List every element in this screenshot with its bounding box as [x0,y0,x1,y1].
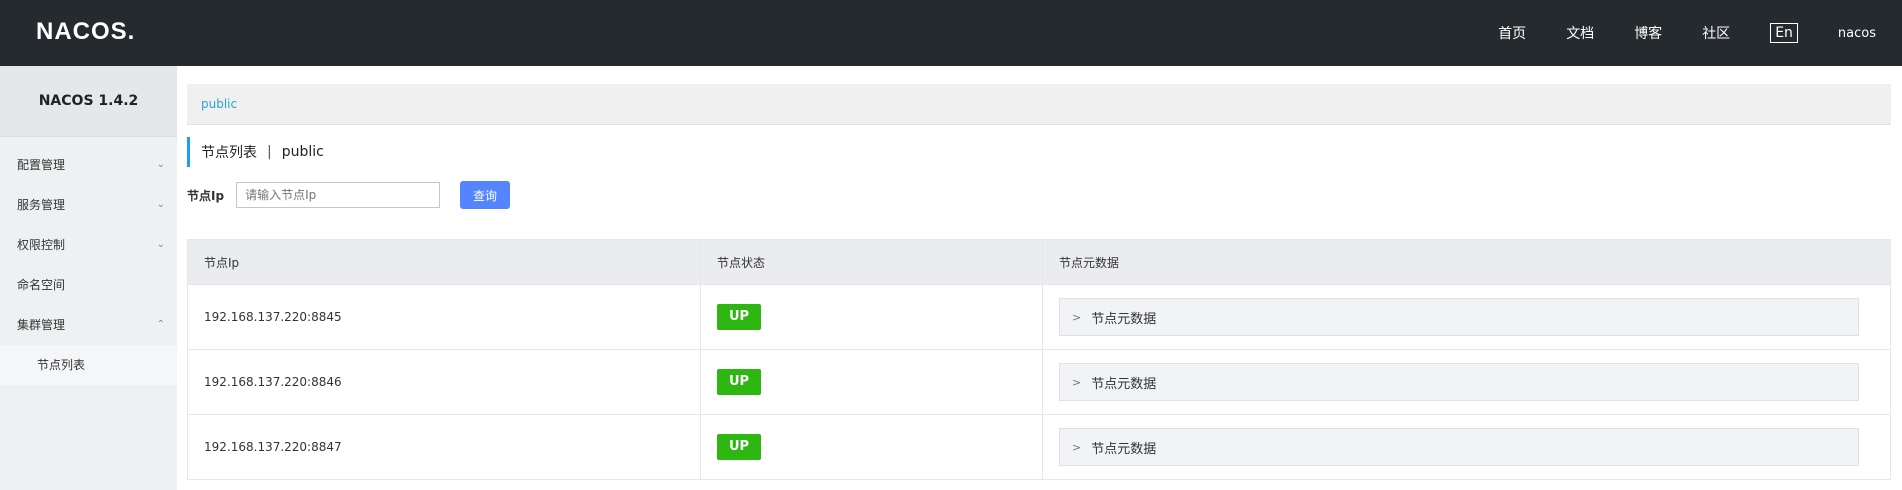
node-ip-input[interactable] [236,182,441,208]
nav-home[interactable]: 首页 [1498,23,1526,43]
status-badge: UP [717,434,761,460]
version-label: NACOS 1.4.2 [0,66,177,137]
sidebar-item-label: 权限控制 [17,238,66,252]
page-title-namespace: public [281,144,324,160]
metadata-expander[interactable]: > 节点元数据 [1059,428,1859,466]
table-row: 192.168.137.220:8847 UP > 节点元数据 [187,414,1891,480]
chevron-up-icon: ⌃ [156,319,165,330]
sidebar-item-label: 配置管理 [17,158,66,172]
main-content: public 节点列表 | public 节点Ip 查询 节点Ip 节点状态 节… [187,84,1891,480]
title-separator: | [267,144,272,160]
table-row: 192.168.137.220:8846 UP > 节点元数据 [187,349,1891,415]
sidebar-subitem-node-list[interactable]: 节点列表 [0,345,177,385]
column-header-metadata: 节点元数据 [1042,239,1891,285]
sidebar-item-auth[interactable]: 权限控制 ⌄ [0,225,177,265]
status-badge: UP [717,304,761,330]
node-ip-label: 节点Ip [187,188,225,203]
sidebar-item-service[interactable]: 服务管理 ⌄ [0,185,177,225]
column-header-ip: 节点Ip [187,239,701,285]
search-form: 节点Ip 查询 [187,181,1891,209]
node-ip: 192.168.137.220:8845 [187,284,701,350]
chevron-right-icon: > [1072,375,1082,389]
sidebar-item-cluster[interactable]: 集群管理 ⌃ [0,305,177,345]
sidebar: NACOS 1.4.2 配置管理 ⌄ 服务管理 ⌄ 权限控制 ⌄ 命名空间 集群… [0,66,177,490]
sidebar-item-label: 集群管理 [17,318,66,332]
page-title: 节点列表 | public [187,137,1891,167]
top-navigation-bar: NACOS. 首页 文档 博客 社区 En nacos [0,0,1902,66]
column-header-status: 节点状态 [700,239,1043,285]
sidebar-item-label: 服务管理 [17,198,66,212]
chevron-right-icon: > [1072,310,1082,324]
sidebar-item-config[interactable]: 配置管理 ⌄ [0,145,177,185]
query-button[interactable]: 查询 [460,181,511,209]
nav-blog[interactable]: 博客 [1634,23,1662,43]
table-row: 192.168.137.220:8845 UP > 节点元数据 [187,284,1891,350]
metadata-label: 节点元数据 [1091,311,1157,327]
metadata-label: 节点元数据 [1091,441,1157,457]
chevron-right-icon: > [1072,440,1082,454]
node-ip: 192.168.137.220:8847 [187,414,701,480]
page-title-text: 节点列表 [201,145,257,161]
top-nav: 首页 文档 博客 社区 En nacos [1498,0,1902,66]
chevron-down-icon: ⌄ [156,199,165,210]
nav-community[interactable]: 社区 [1702,23,1730,43]
language-toggle[interactable]: En [1770,23,1798,43]
chevron-down-icon: ⌄ [156,239,165,250]
table-header-row: 节点Ip 节点状态 节点元数据 [187,239,1891,285]
node-ip: 192.168.137.220:8846 [187,349,701,415]
breadcrumb-namespace[interactable]: public [201,97,237,111]
metadata-expander[interactable]: > 节点元数据 [1059,298,1859,336]
metadata-expander[interactable]: > 节点元数据 [1059,363,1859,401]
metadata-label: 节点元数据 [1091,376,1157,392]
sidebar-item-label: 命名空间 [17,278,66,292]
chevron-down-icon: ⌄ [156,159,165,170]
node-table: 节点Ip 节点状态 节点元数据 192.168.137.220:8845 UP … [187,239,1891,480]
user-menu[interactable]: nacos [1838,26,1876,41]
nav-docs[interactable]: 文档 [1566,23,1594,43]
breadcrumb: public [187,84,1891,125]
sidebar-item-namespace[interactable]: 命名空间 [0,265,177,305]
status-badge: UP [717,369,761,395]
nacos-logo[interactable]: NACOS. [36,18,135,46]
